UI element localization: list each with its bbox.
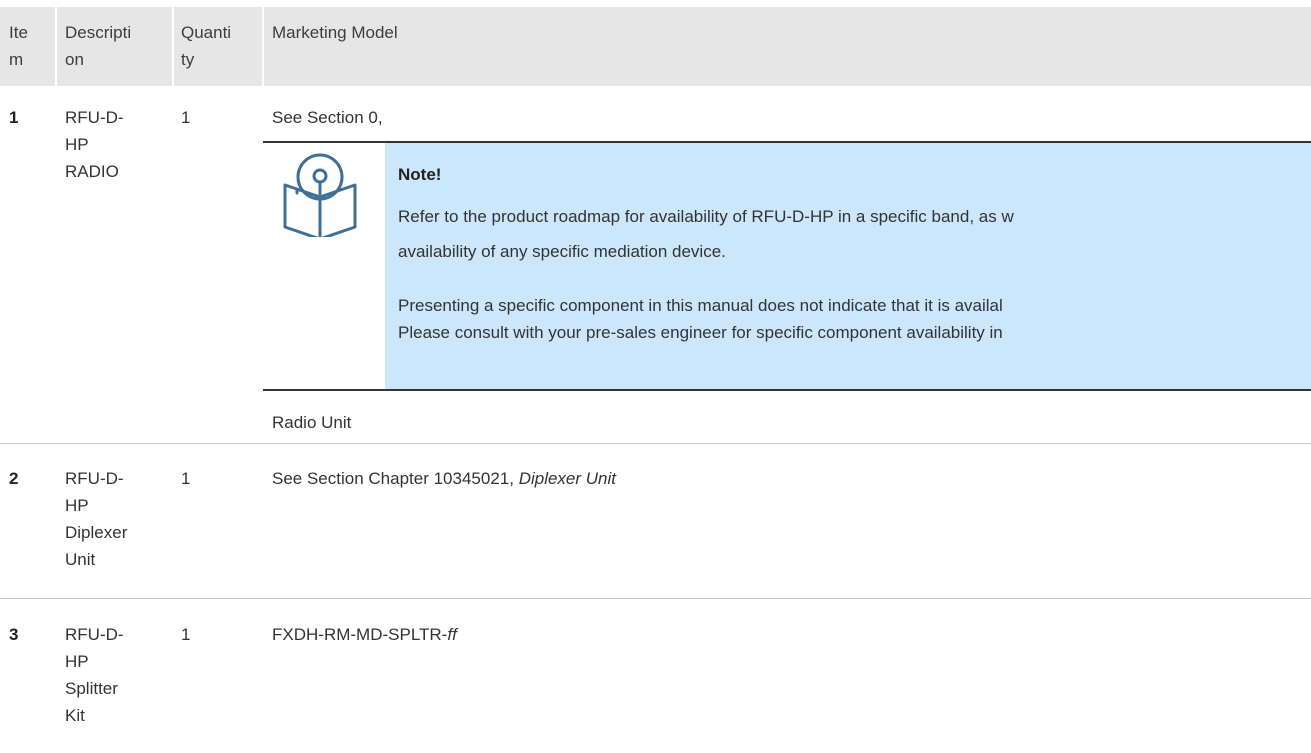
row-1-quantity: 1: [181, 108, 191, 127]
header-description-line-2: on: [65, 50, 84, 69]
table-header-row: Ite m Descripti on Quanti ty Marketing M…: [0, 7, 1311, 86]
row-1-model-after: Radio Unit: [272, 413, 352, 432]
row-3-description-line: Splitter: [65, 679, 118, 698]
header-description: Descripti on: [65, 19, 131, 73]
row-2-description: RFU-D- HP Diplexer Unit: [65, 465, 127, 573]
note-callout: Note! Refer to the product roadmap for a…: [263, 141, 1311, 391]
row-3-item: 3: [9, 625, 19, 644]
row-2-description-line: HP: [65, 496, 89, 515]
row-1-description-line: RFU-D-: [65, 108, 124, 127]
header-quantity-line-1: Quanti: [181, 23, 232, 42]
row-separator: [0, 598, 1311, 599]
header-item: Ite m: [9, 19, 28, 73]
row-3-model: FXDH-RM-MD-SPLTR-ff: [272, 621, 457, 648]
row-2-model-link[interactable]: Diplexer Unit: [519, 469, 616, 488]
header-item-line-1: Ite: [9, 23, 28, 42]
row-3-description-line: Kit: [65, 706, 85, 725]
row-2-description-line: Unit: [65, 550, 96, 569]
note-line: Presenting a specific component in this …: [398, 296, 1003, 315]
row-2-quantity: 1: [181, 469, 191, 488]
note-line: Please consult with your pre-sales engin…: [398, 323, 1003, 342]
row-3-quantity: 1: [181, 625, 191, 644]
document-page: Ite m Descripti on Quanti ty Marketing M…: [0, 0, 1311, 753]
header-description-line-1: Descripti: [65, 23, 132, 42]
header-separator: [172, 7, 174, 86]
header-quantity-line-2: ty: [181, 50, 195, 69]
note-background: [385, 143, 1311, 389]
note-line: availability of any specific mediation d…: [398, 242, 726, 261]
header-separator: [262, 7, 264, 86]
row-1-description: RFU-D- HP RADIO: [65, 104, 124, 185]
note-bottom-rule: [263, 389, 1311, 391]
row-separator: [0, 443, 1311, 444]
row-1-description-line: HP: [65, 135, 89, 154]
header-separator: [55, 7, 57, 86]
row-3-model-text: FXDH-RM-MD-SPLTR-: [272, 625, 448, 644]
header-quantity: Quanti ty: [181, 19, 231, 73]
note-line: Refer to the product roadmap for availab…: [398, 207, 1014, 226]
row-1-model: See Section 0,: [272, 108, 383, 127]
row-1-description-line: RADIO: [65, 162, 119, 181]
row-3-description: RFU-D- HP Splitter Kit: [65, 621, 124, 729]
row-2-model: See Section Chapter 10345021, Diplexer U…: [272, 465, 616, 492]
book-note-icon: [283, 153, 357, 237]
row-2-description-line: RFU-D-: [65, 469, 124, 488]
note-title: Note!: [398, 165, 442, 184]
row-3-description-line: RFU-D-: [65, 625, 124, 644]
row-3-model-suffix: ff: [447, 625, 457, 644]
row-2-description-line: Diplexer: [65, 523, 128, 542]
header-marketing-model: Marketing Model: [272, 23, 398, 42]
row-2-item: 2: [9, 469, 19, 488]
row-2-model-text: See Section Chapter 10345021,: [272, 469, 519, 488]
row-3-description-line: HP: [65, 652, 89, 671]
header-item-line-2: m: [9, 50, 24, 69]
row-1-item: 1: [9, 108, 19, 127]
